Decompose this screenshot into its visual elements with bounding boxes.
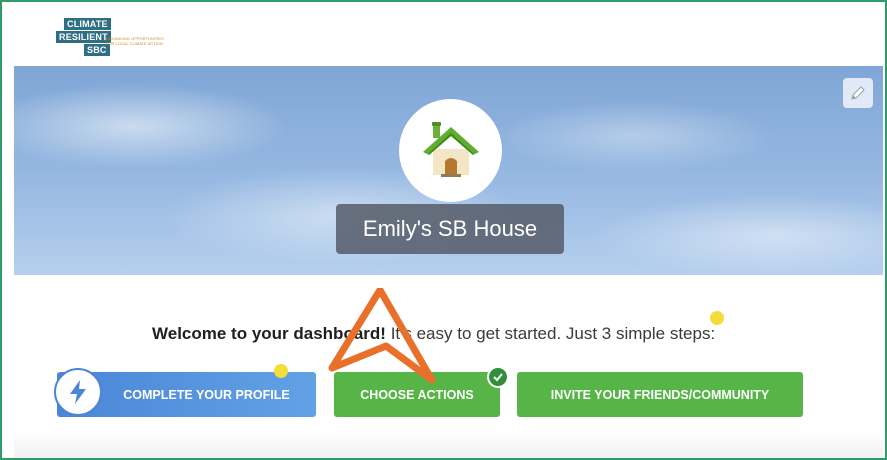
pencil-icon (851, 86, 865, 100)
house-icon (422, 121, 479, 177)
page-bottom-section (14, 432, 883, 458)
complete-profile-label: COMPLETE YOUR PROFILE (123, 387, 290, 402)
annotation-arrow-icon (328, 288, 436, 384)
logo-tagline: Enhancing Opportunities for Local Climat… (106, 36, 164, 46)
hero-banner: Emily's SB House (14, 66, 883, 275)
welcome-message: Welcome to your dashboard! It's easy to … (152, 324, 772, 344)
edit-cover-button[interactable] (843, 78, 873, 108)
climate-resilient-sbc-logo[interactable]: CLIMATE RESILIENT SBC Enhancing Opportun… (54, 12, 164, 62)
top-header: CLIMATE RESILIENT SBC Enhancing Opportun… (14, 4, 883, 66)
house-avatar (399, 99, 502, 202)
cursor-highlight-dot (710, 311, 724, 325)
choose-actions-label: CHOOSE ACTIONS (360, 387, 474, 402)
house-name-title: Emily's SB House (336, 204, 564, 254)
invite-friends-button[interactable]: INVITE YOUR FRIENDS/COMMUNITY (517, 372, 803, 417)
cursor-highlight-dot (274, 364, 288, 378)
screenshot-frame: CLIMATE RESILIENT SBC Enhancing Opportun… (0, 0, 887, 460)
logo-line-2: RESILIENT (56, 31, 111, 43)
logo-line-1: CLIMATE (64, 18, 111, 30)
invite-friends-label: INVITE YOUR FRIENDS/COMMUNITY (550, 387, 770, 402)
checkmark-icon (487, 366, 509, 388)
lightning-bolt-icon (54, 368, 102, 416)
